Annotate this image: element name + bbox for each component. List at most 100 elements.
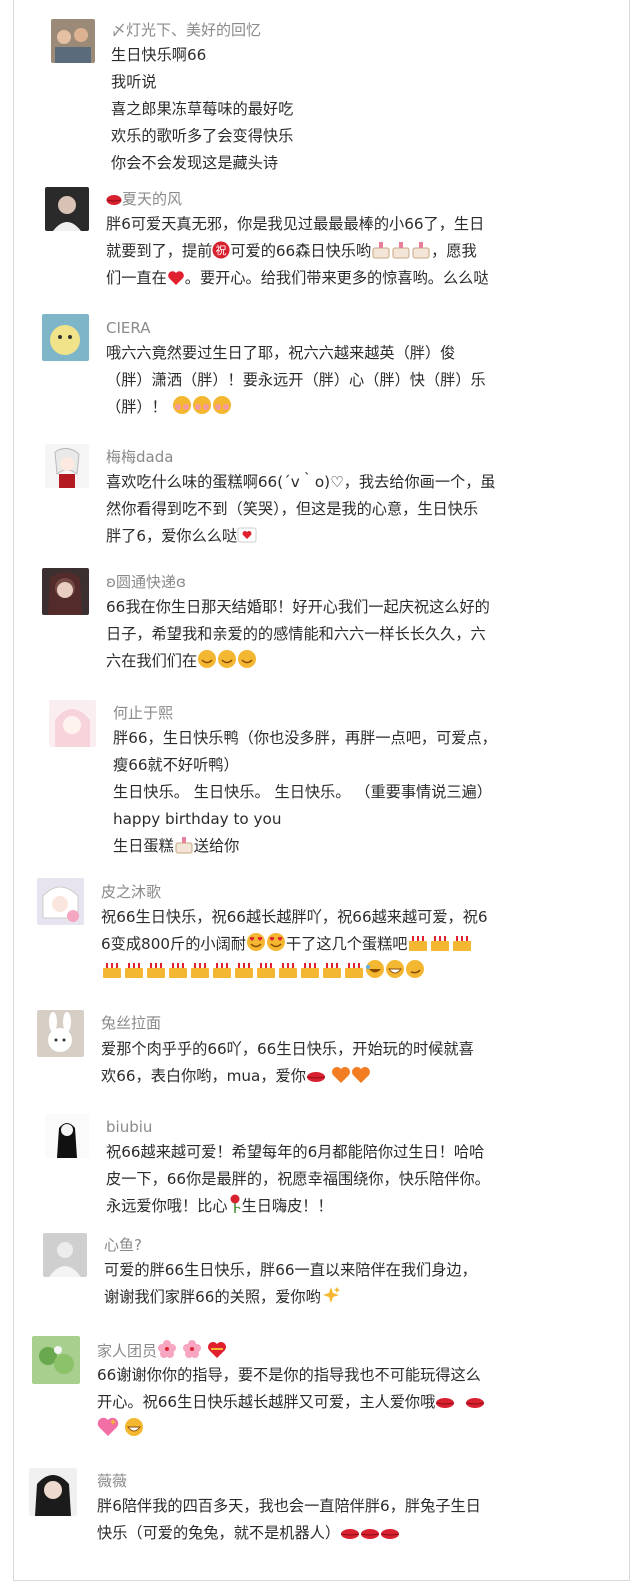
comment-line: 6变成800斤的小阔耐 干了这几个蛋糕吧: [101, 931, 488, 958]
grin-icon: [385, 959, 405, 988]
avatar[interactable]: [42, 568, 89, 615]
comment-text: 胖66，生日快乐鸭（你也没多胖，再胖一点吧，可爱点， 瘦66就不好听鸭） 生日快…: [113, 725, 497, 860]
sparkling-heart-icon: [97, 1417, 119, 1446]
comment-text: 胖6陪伴我的四百多天，我也会一直陪伴胖6，胖兔子生日 快乐（可爱的兔兔，就不是机…: [97, 1493, 481, 1547]
avatar[interactable]: [43, 1233, 87, 1277]
comment-line: 开心。祝66生日快乐越长越胖又可爱，主人爱你哦: [97, 1389, 485, 1416]
birthday-cake-icon: [277, 959, 299, 988]
avatar[interactable]: [45, 187, 89, 231]
birthday-cake-icon: [233, 959, 255, 988]
comment-line: 谢谢我们家胖66的关照，爱你哟: [104, 1284, 477, 1311]
lips-icon: [465, 1392, 485, 1419]
avatar[interactable]: [45, 444, 89, 488]
commenter-name[interactable]: 〆灯光下、美好的回忆: [111, 20, 261, 40]
avatar[interactable]: [51, 19, 95, 63]
rose-icon: [228, 1194, 242, 1223]
commenter-name[interactable]: 心鱼?: [104, 1235, 142, 1255]
birthday-cake-icon: [343, 959, 365, 988]
love-letter-icon: [237, 526, 257, 553]
smirk-icon: [405, 959, 425, 988]
comment-line: 可爱的胖66生日快乐，胖66一直以来陪伴在我们身边，: [104, 1261, 477, 1279]
cake-icon: [371, 241, 391, 268]
comment-text: 66我在你生日那天结婚耶！好开心我们一起庆祝这么好的 日子，希望我和亲爱的的感情…: [106, 594, 490, 675]
comment-line: 就要到了，提前祝可爱的66森日快乐哟 ，愿我: [106, 238, 489, 265]
comment-line: 胖6陪伴我的四百多天，我也会一直陪伴胖6，胖兔子生日: [97, 1497, 481, 1515]
commenter-name[interactable]: 兔丝拉面: [101, 1013, 161, 1033]
birthday-cake-icon: [429, 932, 451, 961]
crying-laughing-icon: [365, 959, 385, 988]
comment-line: 瘦66就不好听鸭）: [113, 756, 239, 774]
birthday-cake-icon: [211, 959, 233, 988]
smile-icon: [217, 649, 237, 678]
avatar[interactable]: [49, 700, 96, 747]
commenter-name[interactable]: 夏天的风: [106, 189, 182, 212]
commenter-name[interactable]: 梅梅dada: [106, 447, 173, 467]
avatar[interactable]: [37, 878, 84, 925]
comment-text: 生日快乐啊66 我听说 喜之郎果冻草莓味的最好吃 欢乐的歌听多了会变得快乐 你会…: [111, 42, 293, 177]
birthday-cake-icon: [299, 959, 321, 988]
cherry-blossom-icon: [157, 1339, 177, 1364]
comment-line: 永远爱你哦！比心 生日嗨皮！！: [106, 1193, 490, 1220]
commenter-name[interactable]: 家人团员: [97, 1339, 227, 1364]
comment-text: 可爱的胖66生日快乐，胖66一直以来陪伴在我们身边， 谢谢我们家胖66的关照，爱…: [104, 1257, 477, 1311]
comment-line: 66我在你生日那天结婚耶！好开心我们一起庆祝这么好的: [106, 598, 490, 616]
lips-icon: [340, 1523, 360, 1550]
comment-line: 然你看得到吃不到（笑哭），但这是我的心意，生日快乐: [106, 500, 479, 518]
birthday-cake-icon: [255, 959, 277, 988]
comment-line: 胖66，生日快乐鸭（你也没多胖，再胖一点吧，可爱点，: [113, 729, 497, 747]
comment-line: 66谢谢你你的指导，要不是你的指导我也不可能玩得这么: [97, 1366, 481, 1384]
commenter-name[interactable]: ʚ圆通快递ɞ: [106, 572, 186, 592]
svg-text:祝: 祝: [216, 243, 227, 257]
comment-line: 你会不会发现这是藏头诗: [111, 154, 279, 172]
comment-text: 祝66越来越可爱！希望每年的6月都能陪你过生日！哈哈 皮一下，66你是最胖的，祝…: [106, 1139, 490, 1220]
comment-line: 皮一下，66你是最胖的，祝愿幸福围绕你，快乐陪伴你。: [106, 1170, 490, 1188]
shy-face-icon: [172, 395, 192, 424]
congrats-icon: 祝: [212, 241, 230, 268]
comment-line: 祝66越来越可爱！希望每年的6月都能陪你过生日！哈哈: [106, 1143, 485, 1161]
comment-line: 生日快乐。 生日快乐。 生日快乐。 （重要事情说三遍）: [113, 783, 492, 801]
birthday-cake-icon: [407, 932, 429, 961]
shy-face-icon: [212, 395, 232, 424]
commenter-name[interactable]: biubiu: [106, 1117, 152, 1137]
orange-heart-icon: [331, 1066, 351, 1093]
birthday-cake-icon: [145, 959, 167, 988]
comment-list: 〆灯光下、美好的回忆 生日快乐啊66 我听说 喜之郎果冻草莓味的最好吃 欢乐的歌…: [13, 0, 630, 1581]
commenter-name[interactable]: 皮之沐歌: [101, 882, 161, 902]
commenter-name[interactable]: 薇薇: [97, 1471, 127, 1491]
comment-line: 日子，希望我和亲爱的的感情能和六六一样长长久久，六: [106, 625, 486, 643]
birthday-cake-icon: [321, 959, 343, 988]
comment-line: 哦六六竟然要过生日了耶，祝六六越来越英（胖）俊: [106, 344, 456, 362]
comment-line: 们一直在 。要开心。给我们带来更多的惊喜哟。么么哒: [106, 265, 489, 292]
heart-eyes-icon: [266, 932, 286, 961]
shy-face-icon: [192, 395, 212, 424]
birthday-cake-icon: [123, 959, 145, 988]
comment-text: 祝66生日快乐，祝66越长越胖吖，祝66越来越可爱，祝6 6变成800斤的小阔耐…: [101, 904, 488, 985]
grin-icon: [124, 1417, 144, 1446]
comment-text: 喜欢吃什么味的蛋糕啊66(´v｀o)♡，我去给你画一个，虽 然你看得到吃不到（笑…: [106, 469, 496, 550]
avatar[interactable]: [37, 1010, 84, 1057]
comment-text: 爱那个肉乎乎的66吖，66生日快乐，开始玩的时候就喜 欢66，表白你哟，mua，…: [101, 1036, 474, 1090]
comment-line: （胖）潇洒（胖）！要永远开（胖）心（胖）快（胖）乐: [106, 371, 486, 389]
comment-line: [97, 1416, 485, 1443]
birthday-cake-icon: [451, 932, 473, 961]
comment-text: 哦六六竟然要过生日了耶，祝六六越来越英（胖）俊 （胖）潇洒（胖）！要永远开（胖）…: [106, 340, 486, 421]
lips-icon: [435, 1392, 455, 1419]
comment-line: 欢乐的歌听多了会变得快乐: [111, 127, 294, 145]
comment-text: 66谢谢你你的指导，要不是你的指导我也不可能玩得这么 开心。祝66生日快乐越长越…: [97, 1362, 485, 1443]
avatar[interactable]: [42, 314, 89, 361]
cake-icon: [411, 241, 431, 268]
comment-line: 快乐（可爱的兔兔，就不是机器人）: [97, 1520, 481, 1547]
avatar[interactable]: [32, 1336, 80, 1384]
cake-icon: [391, 241, 411, 268]
commenter-name[interactable]: CIERA: [106, 318, 150, 338]
lips-icon: [106, 192, 122, 212]
cake-icon: [174, 836, 194, 863]
avatar[interactable]: [29, 1468, 77, 1516]
birthday-cake-icon: [101, 959, 123, 988]
avatar[interactable]: [45, 1114, 89, 1158]
lips-icon: [306, 1066, 326, 1093]
commenter-name[interactable]: 何止于熙: [113, 703, 173, 723]
comment-line: 胖6可爱天真无邪，你是我见过最最最棒的小66了，生日: [106, 215, 485, 233]
heart-eyes-icon: [246, 932, 266, 961]
heart-icon: [167, 268, 185, 295]
